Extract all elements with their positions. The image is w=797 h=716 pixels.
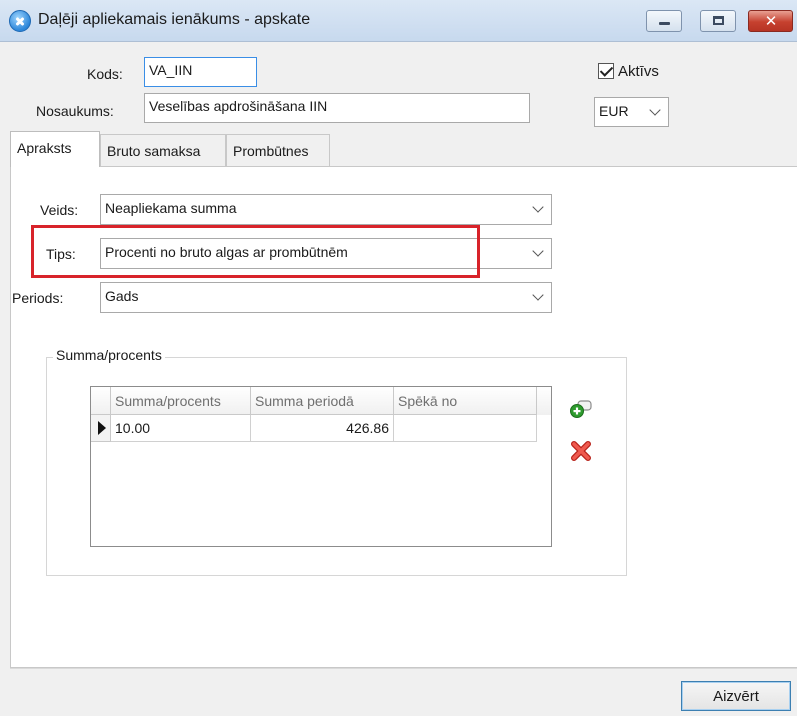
close-icon: ✕	[764, 12, 778, 30]
app-icon	[9, 10, 31, 32]
window-title: Daļēji apliekamais ienākums - apskate	[38, 11, 311, 28]
kods-input[interactable]: VA_IIN	[144, 57, 257, 87]
veids-select[interactable]: Neapliekama summa	[100, 194, 552, 225]
tab-prombutnes[interactable]: Prombūtnes	[226, 134, 330, 166]
periods-select[interactable]: Gads	[100, 282, 552, 313]
column-header-summa-procents[interactable]: Summa/procents	[111, 387, 251, 415]
column-header-summa-perioda[interactable]: Summa periodā	[251, 387, 394, 415]
current-row-indicator-icon	[91, 415, 111, 442]
veids-label: Veids:	[40, 202, 79, 218]
currency-value: EUR	[599, 103, 629, 119]
cell-summa-procents[interactable]: 10.00	[111, 415, 251, 442]
kods-label: Kods:	[87, 66, 123, 82]
nosaukums-label: Nosaukums:	[36, 103, 114, 119]
minimize-icon	[659, 22, 670, 25]
tab-apraksts[interactable]: Apraksts	[10, 131, 100, 167]
nosaukums-input[interactable]: Veselības apdrošināšana IIN	[144, 93, 530, 123]
chevron-down-icon	[532, 201, 544, 213]
periods-label: Periods:	[12, 290, 64, 306]
minimize-button[interactable]	[646, 10, 682, 32]
column-header-speka-no[interactable]: Spēkā no	[394, 387, 537, 415]
table-row[interactable]: 10.00 426.86	[91, 415, 551, 442]
close-dialog-button[interactable]: Aizvērt	[681, 681, 791, 711]
group-title: Summa/procents	[53, 347, 165, 363]
header-indicator-cell	[91, 387, 111, 415]
add-row-icon[interactable]	[569, 399, 593, 419]
chevron-down-icon	[532, 245, 544, 257]
aktivs-checkbox[interactable]	[598, 63, 614, 79]
delete-row-icon[interactable]	[570, 440, 592, 462]
periods-value: Gads	[105, 288, 139, 304]
cell-speka-no[interactable]	[394, 415, 537, 442]
close-window-button[interactable]: ✕	[748, 10, 793, 32]
aktivs-label: Aktīvs	[618, 63, 659, 80]
highlight-annotation	[31, 225, 480, 278]
tab-bruto-samaksa[interactable]: Bruto samaksa	[100, 134, 226, 166]
grid-header: Summa/procents Summa periodā Spēkā no	[91, 387, 551, 415]
currency-select[interactable]: EUR	[594, 97, 669, 127]
maximize-button[interactable]	[700, 10, 736, 32]
cell-summa-perioda[interactable]: 426.86	[251, 415, 394, 442]
chevron-down-icon	[649, 104, 661, 116]
maximize-icon	[713, 16, 724, 25]
veids-value: Neapliekama summa	[105, 200, 237, 216]
title-bar[interactable]: Daļēji apliekamais ienākums - apskate ✕	[0, 0, 797, 42]
dialog-window: Daļēji apliekamais ienākums - apskate ✕ …	[0, 0, 797, 716]
chevron-down-icon	[532, 289, 544, 301]
bottom-bar	[10, 668, 797, 716]
summa-grid[interactable]: Summa/procents Summa periodā Spēkā no 10…	[90, 386, 552, 547]
